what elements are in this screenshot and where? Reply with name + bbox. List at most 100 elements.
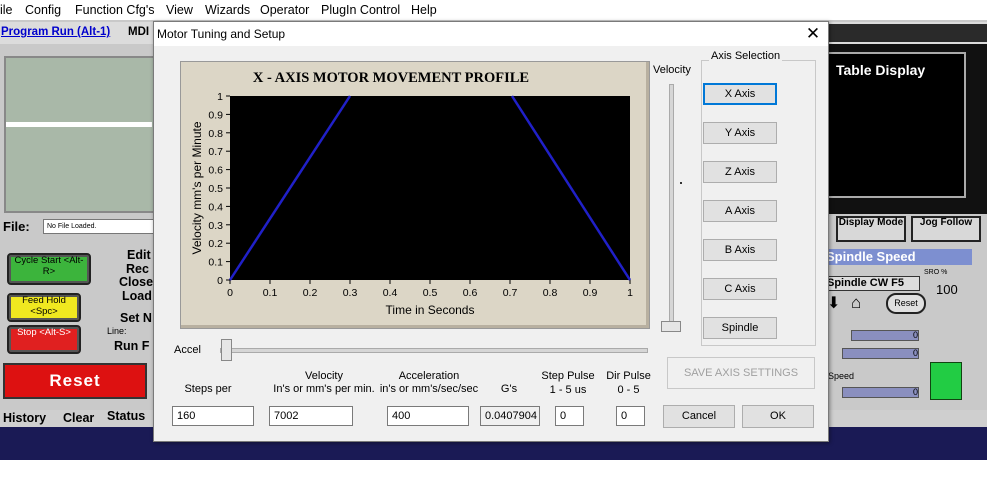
x-tick-label: 0 — [227, 287, 233, 299]
menu-config[interactable]: Config — [25, 3, 61, 17]
x-tick-label: 0.5 — [423, 287, 438, 299]
velocity-slider-track[interactable] — [669, 84, 674, 332]
spindle-speed-header: Spindle Speed — [822, 249, 972, 265]
velocity-slider-tick — [680, 182, 682, 184]
file-field: No File Loaded. — [43, 219, 157, 234]
run-from-here-button[interactable]: Run F — [114, 339, 149, 353]
tab-program-run[interactable]: Program Run (Alt-1) — [1, 26, 110, 38]
menu-help[interactable]: Help — [411, 3, 437, 17]
close-button[interactable]: Close — [119, 275, 153, 289]
x-tick-label: 0.7 — [503, 287, 518, 299]
acceleration-label: Acceleration — [398, 370, 460, 382]
load-button[interactable]: Load — [122, 289, 152, 303]
cancel-button[interactable]: Cancel — [663, 405, 735, 428]
menu-operator[interactable]: Operator — [260, 3, 309, 17]
step-pulse-sublabel: 1 - 5 us — [549, 384, 587, 396]
jog-follow-button[interactable]: Jog Follow — [911, 216, 981, 242]
velocity-slider-label: Velocity — [653, 64, 691, 76]
slider-readout-2: 0 — [842, 348, 919, 359]
x-axis-label: Time in Seconds — [386, 303, 475, 317]
sro-value: 100 — [936, 282, 958, 297]
dir-pulse-label: Dir Pulse — [606, 370, 651, 382]
y-tick-label: 0.7 — [208, 146, 223, 158]
dialog-titlebar: Motor Tuning and Setup ✕ — [154, 22, 828, 46]
b-axis-button[interactable]: B Axis — [703, 239, 777, 261]
edit-button[interactable]: Edit — [127, 248, 151, 262]
c-axis-button[interactable]: C Axis — [703, 278, 777, 300]
velocity-field[interactable]: 7002 — [269, 406, 353, 426]
y-tick-label: 0.9 — [208, 109, 223, 121]
gs-label: G's — [500, 383, 518, 395]
x-tick-label: 0.4 — [383, 287, 398, 299]
y-tick-label: 1 — [217, 91, 223, 103]
spindle-reset-button[interactable]: Reset — [886, 293, 926, 314]
y-tick-label: 0.4 — [208, 201, 223, 213]
file-label: File: — [3, 219, 30, 234]
x-tick-label: 1 — [627, 287, 633, 299]
velocity-field-label: Velocity — [305, 370, 343, 382]
y-tick-label: 0.5 — [208, 183, 223, 195]
spindle-cw-button[interactable]: Spindle CW F5 — [826, 276, 920, 291]
recent-button[interactable]: Rec — [126, 262, 149, 276]
acceleration-sublabel: in's or mm's/sec/sec — [379, 383, 479, 395]
history-button[interactable]: History — [3, 411, 46, 425]
spindle-led — [930, 362, 962, 400]
save-axis-settings-button[interactable]: SAVE AXIS SETTINGS — [667, 357, 815, 389]
accel-slider-label: Accel — [174, 344, 201, 356]
x-tick-label: 0.8 — [543, 287, 558, 299]
slider-readout-3: 0 — [842, 387, 919, 398]
x-axis-button[interactable]: X Axis — [703, 83, 777, 105]
right-tab-strip — [826, 24, 987, 42]
toolpath-display — [4, 56, 156, 213]
velocity-slider-thumb[interactable] — [661, 321, 681, 332]
menu-plugin-control[interactable]: PlugIn Control — [321, 3, 400, 17]
display-mode-button[interactable]: Display Mode — [836, 216, 906, 242]
x-tick-label: 0.6 — [463, 287, 478, 299]
a-axis-button[interactable]: A Axis — [703, 200, 777, 222]
accel-slider-track[interactable] — [220, 348, 648, 353]
reset-button[interactable]: Reset — [3, 363, 147, 399]
menubar: ile Config Function Cfg's View Wizards O… — [0, 0, 987, 20]
home-icon[interactable]: ⌂ — [851, 293, 861, 313]
status-label: Status — [107, 409, 146, 423]
speed-label: Speed — [828, 371, 855, 381]
dir-pulse-sublabel: 0 - 5 — [617, 384, 640, 396]
feed-hold-button[interactable]: Feed Hold <Spc> — [7, 293, 81, 322]
chart-svg: 0 0.1 0.2 0.3 0.4 0.5 0.6 0.7 0.8 0.9 1 0 0.1 0.2 0.3 0… — [190, 91, 633, 317]
steps-per-label: Steps per — [184, 383, 232, 395]
motor-profile-chart: X - AXIS MOTOR MOVEMENT PROFILE 0 0.1 0.2 0… — [180, 61, 650, 329]
y-tick-label: 0.2 — [208, 238, 223, 250]
set-next-line-button[interactable]: Set N — [120, 311, 152, 325]
menu-file[interactable]: ile — [0, 3, 13, 17]
line-label: Line: — [107, 326, 127, 336]
menu-wizards[interactable]: Wizards — [205, 3, 250, 17]
arrow-down-icon[interactable]: ⬇ — [827, 293, 840, 313]
velocity-field-sublabel: In's or mm's per min. — [273, 383, 375, 395]
stop-button[interactable]: Stop <Alt-S> — [7, 325, 81, 354]
steps-per-field[interactable]: 160 — [172, 406, 254, 426]
x-tick-label: 0.2 — [303, 287, 318, 299]
motor-tuning-dialog: Motor Tuning and Setup ✕ X - AXIS MOTOR … — [153, 21, 829, 442]
cycle-start-button[interactable]: Cycle Start <Alt-R> — [7, 253, 91, 285]
step-pulse-field[interactable]: 0 — [555, 406, 584, 426]
acceleration-field[interactable]: 400 — [387, 406, 469, 426]
ok-button[interactable]: OK — [742, 405, 814, 428]
menu-view[interactable]: View — [166, 3, 193, 17]
bottom-blank — [0, 460, 987, 480]
y-axis-button[interactable]: Y Axis — [703, 122, 777, 144]
clear-button[interactable]: Clear — [63, 411, 94, 425]
menu-function-cfgs[interactable]: Function Cfg's — [75, 3, 155, 17]
sro-label: SRO % — [924, 269, 948, 276]
z-axis-button[interactable]: Z Axis — [703, 161, 777, 183]
dialog-title: Motor Tuning and Setup — [157, 27, 286, 41]
x-tick-label: 0.3 — [343, 287, 358, 299]
y-tick-label: 0.6 — [208, 165, 223, 177]
tab-mdi[interactable]: MDI — [128, 26, 149, 38]
spindle-button[interactable]: Spindle — [703, 317, 777, 339]
close-icon[interactable]: ✕ — [802, 23, 824, 45]
dir-pulse-field[interactable]: 0 — [616, 406, 645, 426]
axis-selection-label: Axis Selection — [709, 50, 783, 62]
y-axis-label: Velocity mm's per Minute — [190, 121, 204, 254]
toolpath-divider — [6, 122, 152, 127]
accel-slider-thumb[interactable] — [221, 339, 232, 361]
